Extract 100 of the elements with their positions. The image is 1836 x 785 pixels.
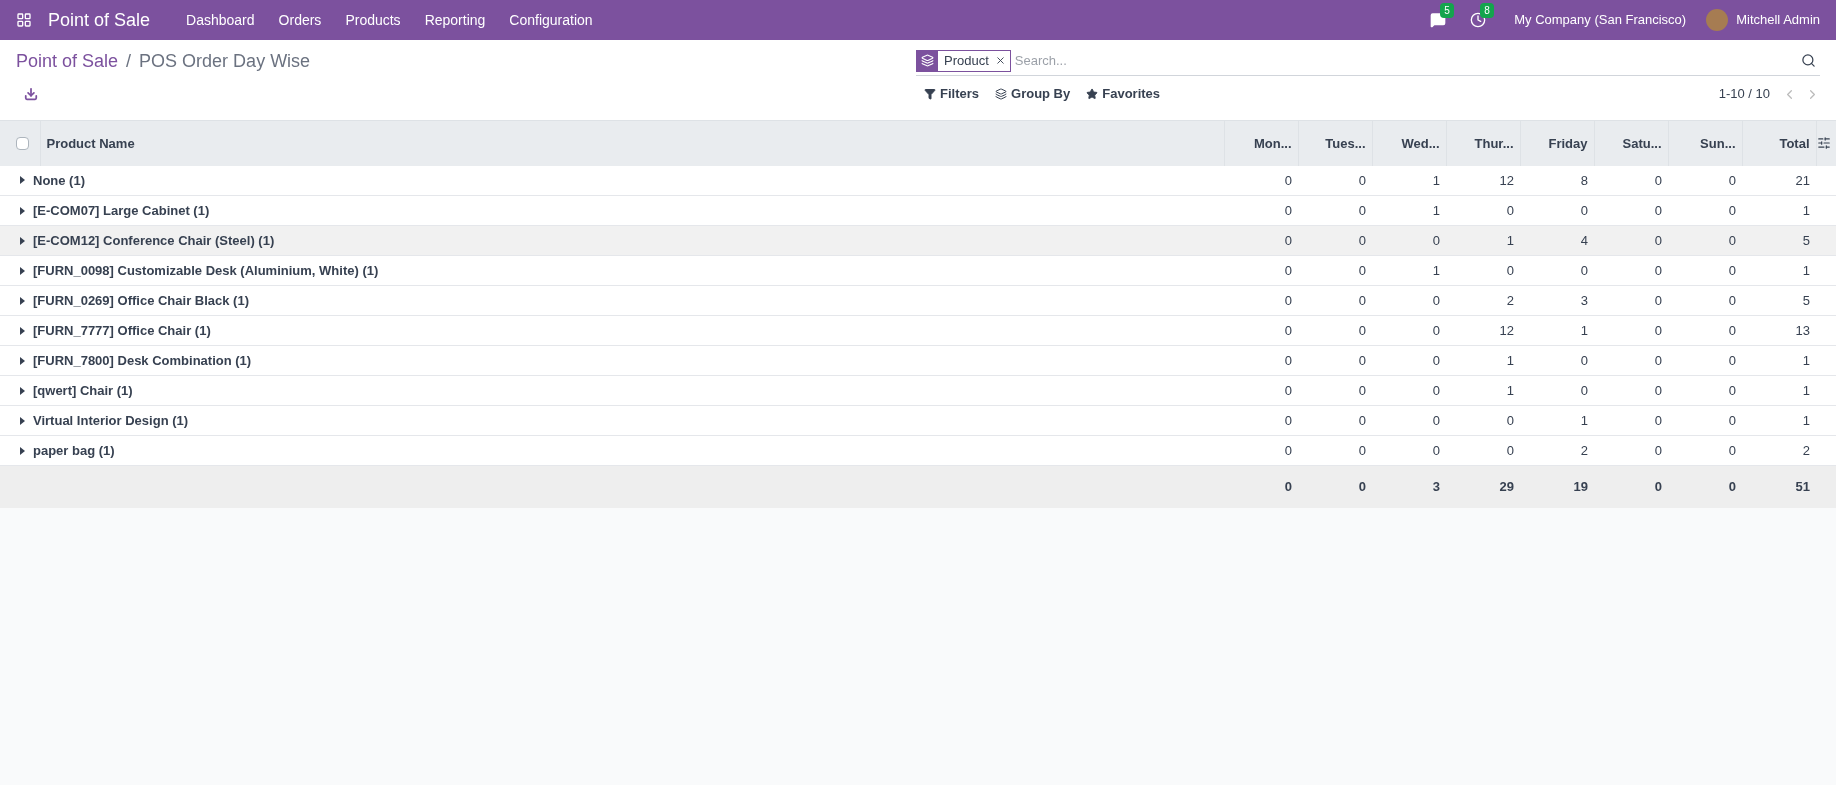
table-cell: 0 bbox=[1668, 225, 1742, 256]
layers-icon bbox=[921, 54, 934, 67]
table-cell: 0 bbox=[1520, 255, 1594, 286]
table-cell: 0 bbox=[1668, 315, 1742, 346]
group-row[interactable]: paper bag (1) 0 0 0 0 2 0 0 2 bbox=[0, 435, 1836, 466]
column-header[interactable]: Mon... bbox=[1224, 120, 1298, 166]
caret-icon[interactable] bbox=[20, 326, 25, 335]
menu-item[interactable]: Configuration bbox=[497, 9, 605, 31]
group-by-button[interactable]: Group By bbox=[987, 84, 1079, 104]
table-cell: 0 bbox=[1594, 255, 1668, 286]
table-cell: 21 bbox=[1742, 165, 1816, 196]
column-header[interactable]: Wed... bbox=[1372, 120, 1446, 166]
total-cell: 29 bbox=[1446, 465, 1520, 508]
caret-icon[interactable] bbox=[20, 296, 25, 305]
table-cell: 0 bbox=[1594, 405, 1668, 436]
menu-item[interactable]: Reporting bbox=[412, 9, 498, 31]
menu-item[interactable]: Products bbox=[333, 9, 413, 31]
total-cell: 0 bbox=[1298, 465, 1372, 508]
pager-value[interactable]: 1-10 / 10 bbox=[1718, 84, 1770, 104]
table-cell: 0 bbox=[1668, 435, 1742, 466]
table-cell: 0 bbox=[1224, 405, 1298, 436]
column-header[interactable]: Total bbox=[1742, 120, 1816, 166]
caret-icon[interactable] bbox=[20, 266, 25, 275]
filters-button[interactable]: Filters bbox=[916, 84, 987, 104]
group-name: [E-COM07] Large Cabinet (1) bbox=[33, 201, 210, 220]
table-cell: 2 bbox=[1520, 435, 1594, 466]
group-row[interactable]: [FURN_0269] Office Chair Black (1) 0 0 0 2 3 0 0 5 bbox=[0, 285, 1836, 316]
table-cell: 4 bbox=[1520, 225, 1594, 256]
table-cell: 0 bbox=[1372, 405, 1446, 436]
table-cell: 1 bbox=[1372, 165, 1446, 196]
table-cell: 0 bbox=[1520, 195, 1594, 226]
total-cell: 0 bbox=[1594, 465, 1668, 508]
caret-icon[interactable] bbox=[20, 386, 25, 395]
table-cell: 1 bbox=[1742, 195, 1816, 226]
group-row[interactable]: [FURN_0098] Customizable Desk (Aluminium, White) (1) 0 0 1 0 0 0 0 1 bbox=[0, 255, 1836, 286]
search-input[interactable]: Search... bbox=[1014, 50, 1801, 71]
table-cell: 0 bbox=[1446, 255, 1520, 286]
menu-item[interactable]: Orders bbox=[266, 9, 334, 31]
group-row[interactable]: Virtual Interior Design (1) 0 0 0 0 1 0 0 1 bbox=[0, 405, 1836, 436]
table-cell: 0 bbox=[1446, 195, 1520, 226]
company-switcher[interactable]: My Company (San Francisco) bbox=[1514, 10, 1687, 30]
table-cell: 0 bbox=[1446, 405, 1520, 436]
caret-icon[interactable] bbox=[20, 416, 25, 425]
table-cell: 0 bbox=[1298, 285, 1372, 316]
table-cell: 1 bbox=[1742, 345, 1816, 376]
remove-facet-icon[interactable] bbox=[994, 55, 1006, 66]
table-cell: 0 bbox=[1298, 225, 1372, 256]
table-cell: 0 bbox=[1224, 315, 1298, 346]
menu-item[interactable]: Dashboard bbox=[174, 9, 267, 31]
search-icon[interactable] bbox=[1801, 53, 1816, 68]
table-cell: 1 bbox=[1520, 315, 1594, 346]
caret-icon[interactable] bbox=[20, 206, 25, 215]
breadcrumb-link[interactable]: Point of Sale bbox=[16, 47, 119, 75]
table-cell: 0 bbox=[1224, 225, 1298, 256]
column-header[interactable]: Satu... bbox=[1594, 120, 1668, 166]
table-cell: 1 bbox=[1446, 375, 1520, 406]
table-cell: 0 bbox=[1594, 375, 1668, 406]
group-row[interactable]: [E-COM07] Large Cabinet (1) 0 0 1 0 0 0 0 1 bbox=[0, 195, 1836, 226]
column-header[interactable]: Thur... bbox=[1446, 120, 1520, 166]
group-row[interactable]: None (1) 0 0 1 12 8 0 0 21 bbox=[0, 165, 1836, 196]
table-cell: 0 bbox=[1668, 165, 1742, 196]
table-cell: 1 bbox=[1742, 405, 1816, 436]
column-header[interactable]: Product Name bbox=[40, 120, 1224, 166]
search-facet[interactable]: Product bbox=[916, 49, 1011, 72]
activity-count-badge: 8 bbox=[1480, 3, 1494, 18]
column-settings-icon[interactable] bbox=[1816, 136, 1831, 151]
total-cell: 19 bbox=[1520, 465, 1594, 508]
caret-icon[interactable] bbox=[20, 236, 25, 245]
table-cell: 0 bbox=[1594, 195, 1668, 226]
table-cell: 0 bbox=[1298, 345, 1372, 376]
table-cell: 5 bbox=[1742, 225, 1816, 256]
column-header[interactable]: Tues... bbox=[1298, 120, 1372, 166]
caret-icon[interactable] bbox=[20, 356, 25, 365]
table-cell: 0 bbox=[1298, 255, 1372, 286]
app-name[interactable]: Point of Sale bbox=[48, 6, 151, 34]
user-menu[interactable]: Mitchell Admin bbox=[1736, 10, 1820, 30]
select-all-checkbox[interactable] bbox=[16, 136, 29, 150]
favorites-button[interactable]: Favorites bbox=[1078, 84, 1169, 104]
caret-icon[interactable] bbox=[20, 176, 25, 185]
table-cell: 13 bbox=[1742, 315, 1816, 346]
table-cell: 0 bbox=[1446, 435, 1520, 466]
table-cell: 0 bbox=[1224, 345, 1298, 376]
caret-icon[interactable] bbox=[20, 446, 25, 455]
table-cell: 2 bbox=[1446, 285, 1520, 316]
table-cell: 1 bbox=[1446, 345, 1520, 376]
table-cell: 0 bbox=[1372, 315, 1446, 346]
group-row[interactable]: [qwert] Chair (1) 0 0 0 1 0 0 0 1 bbox=[0, 375, 1836, 406]
group-row[interactable]: [FURN_7777] Office Chair (1) 0 0 0 12 1 0 0 13 bbox=[0, 315, 1836, 346]
clock-icon[interactable] bbox=[1470, 12, 1487, 28]
layers-icon bbox=[995, 88, 1007, 100]
filter-icon bbox=[924, 88, 936, 100]
table-cell: 0 bbox=[1668, 285, 1742, 316]
app-menu-icon[interactable] bbox=[16, 12, 32, 28]
group-name: [FURN_7800] Desk Combination (1) bbox=[33, 351, 252, 370]
group-row[interactable]: [FURN_7800] Desk Combination (1) 0 0 0 1 0 0 0 1 bbox=[0, 345, 1836, 376]
download-icon[interactable] bbox=[24, 87, 38, 101]
column-header[interactable]: Sun... bbox=[1668, 120, 1742, 166]
column-header[interactable]: Friday bbox=[1520, 120, 1594, 166]
table-cell: 3 bbox=[1520, 285, 1594, 316]
table-cell: 1 bbox=[1742, 255, 1816, 286]
